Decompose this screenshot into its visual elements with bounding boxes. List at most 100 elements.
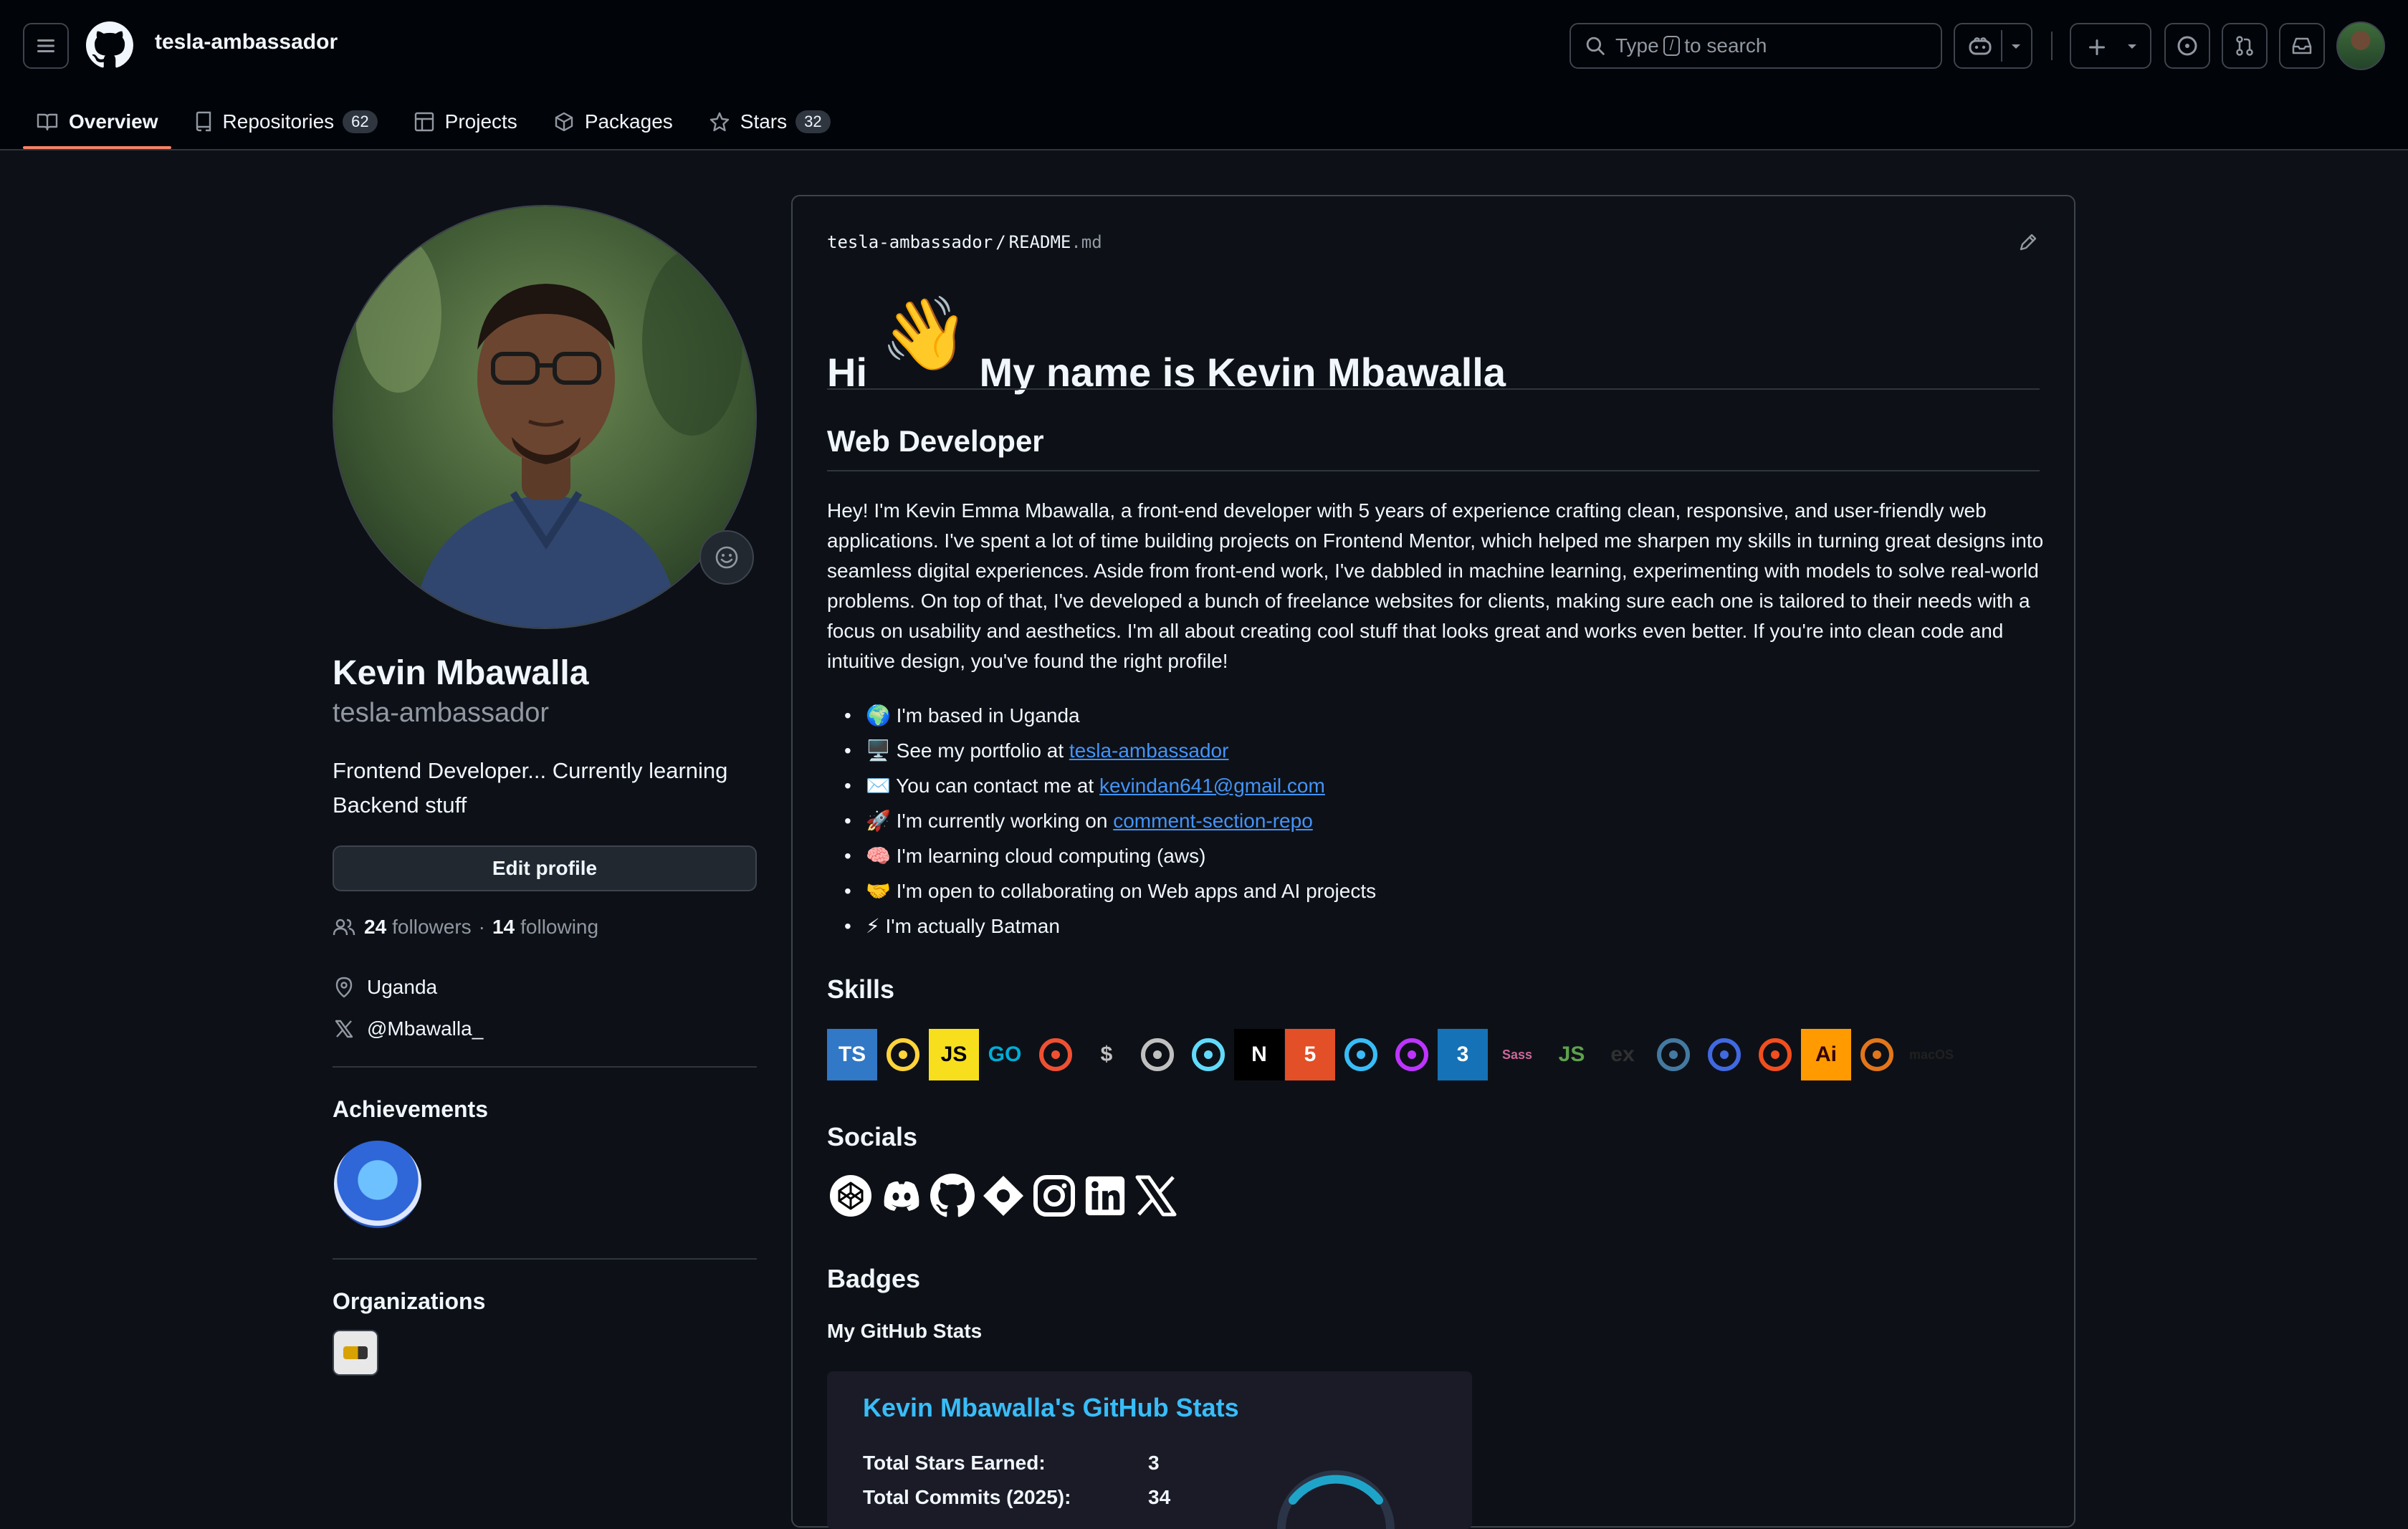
sidebar-divider bbox=[333, 1066, 757, 1068]
profile-login: tesla-ambassador bbox=[333, 698, 550, 728]
vite-icon bbox=[1387, 1029, 1437, 1080]
organization-avatar[interactable] bbox=[333, 1330, 378, 1376]
list-text: I'm learning cloud computing (aws) bbox=[896, 845, 1206, 867]
list-item: 🧠 I'm learning cloud computing (aws) bbox=[844, 838, 2067, 873]
achievement-badge-shark[interactable] bbox=[334, 1141, 421, 1228]
tab-overview[interactable]: Overview bbox=[23, 96, 171, 149]
plus-icon bbox=[2089, 39, 2105, 55]
book-icon bbox=[37, 113, 58, 131]
stats-card-title: Kevin Mbawalla's GitHub Stats bbox=[863, 1393, 1239, 1422]
tab-projects[interactable]: Projects bbox=[401, 96, 530, 148]
instagram-icon[interactable] bbox=[1031, 1172, 1078, 1219]
follow-stats: 24 followers · 14 following bbox=[333, 916, 598, 939]
list-text: I'm open to collaborating on Web apps an… bbox=[896, 880, 1377, 902]
inbox-button[interactable] bbox=[2279, 23, 2325, 69]
profile-bio: Frontend Developer... Currently learning… bbox=[333, 758, 728, 818]
location-text: Uganda bbox=[367, 976, 438, 998]
pull-requests-button[interactable] bbox=[2222, 23, 2268, 69]
tab-label: Stars bbox=[740, 110, 788, 133]
user-avatar-button[interactable] bbox=[2336, 21, 2385, 70]
stats-row-label: Total Commits (2025): bbox=[863, 1486, 1071, 1508]
tab-repositories[interactable]: Repositories 62 bbox=[181, 96, 391, 148]
readme-owner-link[interactable]: tesla-ambassador bbox=[827, 232, 993, 252]
x-icon[interactable] bbox=[1132, 1172, 1180, 1219]
mysql-icon bbox=[1648, 1029, 1698, 1080]
list-emoji: 🤝 bbox=[866, 880, 891, 902]
devto-icon[interactable] bbox=[980, 1172, 1027, 1219]
metamask-icon bbox=[1852, 1029, 1902, 1080]
header-username[interactable]: tesla-ambassador bbox=[155, 30, 338, 54]
list-text: You can contact me at bbox=[896, 775, 1094, 797]
html5-icon: 5 bbox=[1285, 1029, 1335, 1080]
github-stats-card: Kevin Mbawalla's GitHub Stats Total Star… bbox=[827, 1371, 1472, 1529]
search-placeholder-pre: Type bbox=[1615, 34, 1659, 57]
issues-button[interactable] bbox=[2164, 23, 2210, 69]
following-count: 14 bbox=[492, 916, 515, 938]
menu-button[interactable] bbox=[23, 23, 69, 69]
copilot-button[interactable] bbox=[1954, 23, 2032, 69]
github-logo-icon[interactable] bbox=[86, 21, 133, 69]
global-header: tesla-ambassador Type / to search Overvi… bbox=[0, 0, 2408, 150]
list-item: ✉️ You can contact me at kevindan641@gma… bbox=[844, 768, 2067, 803]
email-link[interactable]: kevindan641@gmail.com bbox=[1099, 775, 1325, 797]
search-placeholder-post: to search bbox=[1684, 34, 1767, 57]
list-item: ⚡ I'm actually Batman bbox=[844, 909, 2067, 944]
list-item: 🌍 I'm based in Uganda bbox=[844, 698, 2067, 733]
git-icon bbox=[1031, 1029, 1081, 1080]
list-text: I'm currently working on bbox=[896, 810, 1108, 832]
list-item: 🤝 I'm open to collaborating on Web apps … bbox=[844, 873, 2067, 909]
profile-avatar[interactable] bbox=[333, 205, 757, 629]
git-pull-request-icon bbox=[2236, 36, 2253, 56]
search-input[interactable]: Type / to search bbox=[1570, 23, 1942, 69]
create-new-button[interactable] bbox=[2070, 23, 2151, 69]
typescript-icon: TS bbox=[827, 1029, 877, 1080]
header-divider bbox=[2051, 32, 2053, 60]
github-icon[interactable] bbox=[929, 1172, 976, 1219]
follow-separator: · bbox=[478, 916, 485, 938]
react-icon bbox=[1183, 1029, 1233, 1080]
pencil-icon[interactable] bbox=[2017, 231, 2040, 254]
achievements-title: Achievements bbox=[333, 1096, 488, 1122]
readme-file-name[interactable]: README bbox=[1009, 232, 1071, 252]
readme-file-ext: .md bbox=[1071, 232, 1102, 252]
copilot-icon bbox=[1969, 37, 1992, 55]
readme-card: tesla-ambassador / README.md Hi 👋 My name … bbox=[791, 195, 2075, 1529]
vscode-icon bbox=[1132, 1029, 1182, 1080]
nodejs-icon: JS bbox=[1558, 1042, 1585, 1066]
stats-row-label: Total Stars Earned: bbox=[863, 1452, 1046, 1474]
profile-twitter[interactable]: @Mbawalla_ bbox=[333, 1017, 483, 1040]
python-icon bbox=[878, 1029, 928, 1080]
following-label: following bbox=[520, 916, 599, 938]
tab-counter: 62 bbox=[343, 110, 378, 133]
nextjs-icon: N bbox=[1234, 1029, 1284, 1080]
list-emoji: ⚡ bbox=[866, 915, 880, 937]
skills-icons: TS JS GO $ N 5 3 Sass JS ex Ai macOS bbox=[827, 1026, 1961, 1083]
tab-stars[interactable]: Stars 32 bbox=[696, 96, 844, 148]
inbox-icon bbox=[2292, 37, 2312, 54]
list-emoji: 🚀 bbox=[866, 810, 891, 832]
javascript-icon: JS bbox=[929, 1029, 979, 1080]
social-icons bbox=[827, 1172, 1183, 1219]
hamburger-icon bbox=[37, 39, 54, 52]
rank-ring bbox=[1277, 1470, 1395, 1529]
edit-profile-button[interactable]: Edit profile bbox=[333, 845, 757, 891]
list-emoji: ✉️ bbox=[866, 775, 891, 797]
readme-path: tesla-ambassador / README.md bbox=[827, 232, 1102, 252]
stats-subtitle: My GitHub Stats bbox=[827, 1320, 983, 1342]
codepen-icon[interactable] bbox=[827, 1172, 874, 1219]
stats-row-value: 34 bbox=[1148, 1486, 1171, 1508]
chevron-down-icon bbox=[2012, 44, 2020, 49]
tab-packages[interactable]: Packages bbox=[540, 96, 686, 148]
discord-icon[interactable] bbox=[878, 1172, 925, 1219]
bash-icon: $ bbox=[1100, 1042, 1113, 1066]
set-status-button[interactable] bbox=[699, 530, 754, 585]
x-logo-icon bbox=[335, 1020, 353, 1038]
following-link[interactable]: 14 following bbox=[492, 916, 598, 939]
list-text: I'm based in Uganda bbox=[896, 704, 1080, 727]
followers-link[interactable]: 24 followers bbox=[364, 916, 472, 939]
linkedin-icon[interactable] bbox=[1081, 1172, 1129, 1219]
badges-title: Badges bbox=[827, 1264, 921, 1293]
repo-link[interactable]: comment-section-repo bbox=[1113, 810, 1313, 832]
portfolio-link[interactable]: tesla-ambassador bbox=[1069, 739, 1229, 762]
macos-icon: macOS bbox=[1908, 1047, 1954, 1062]
